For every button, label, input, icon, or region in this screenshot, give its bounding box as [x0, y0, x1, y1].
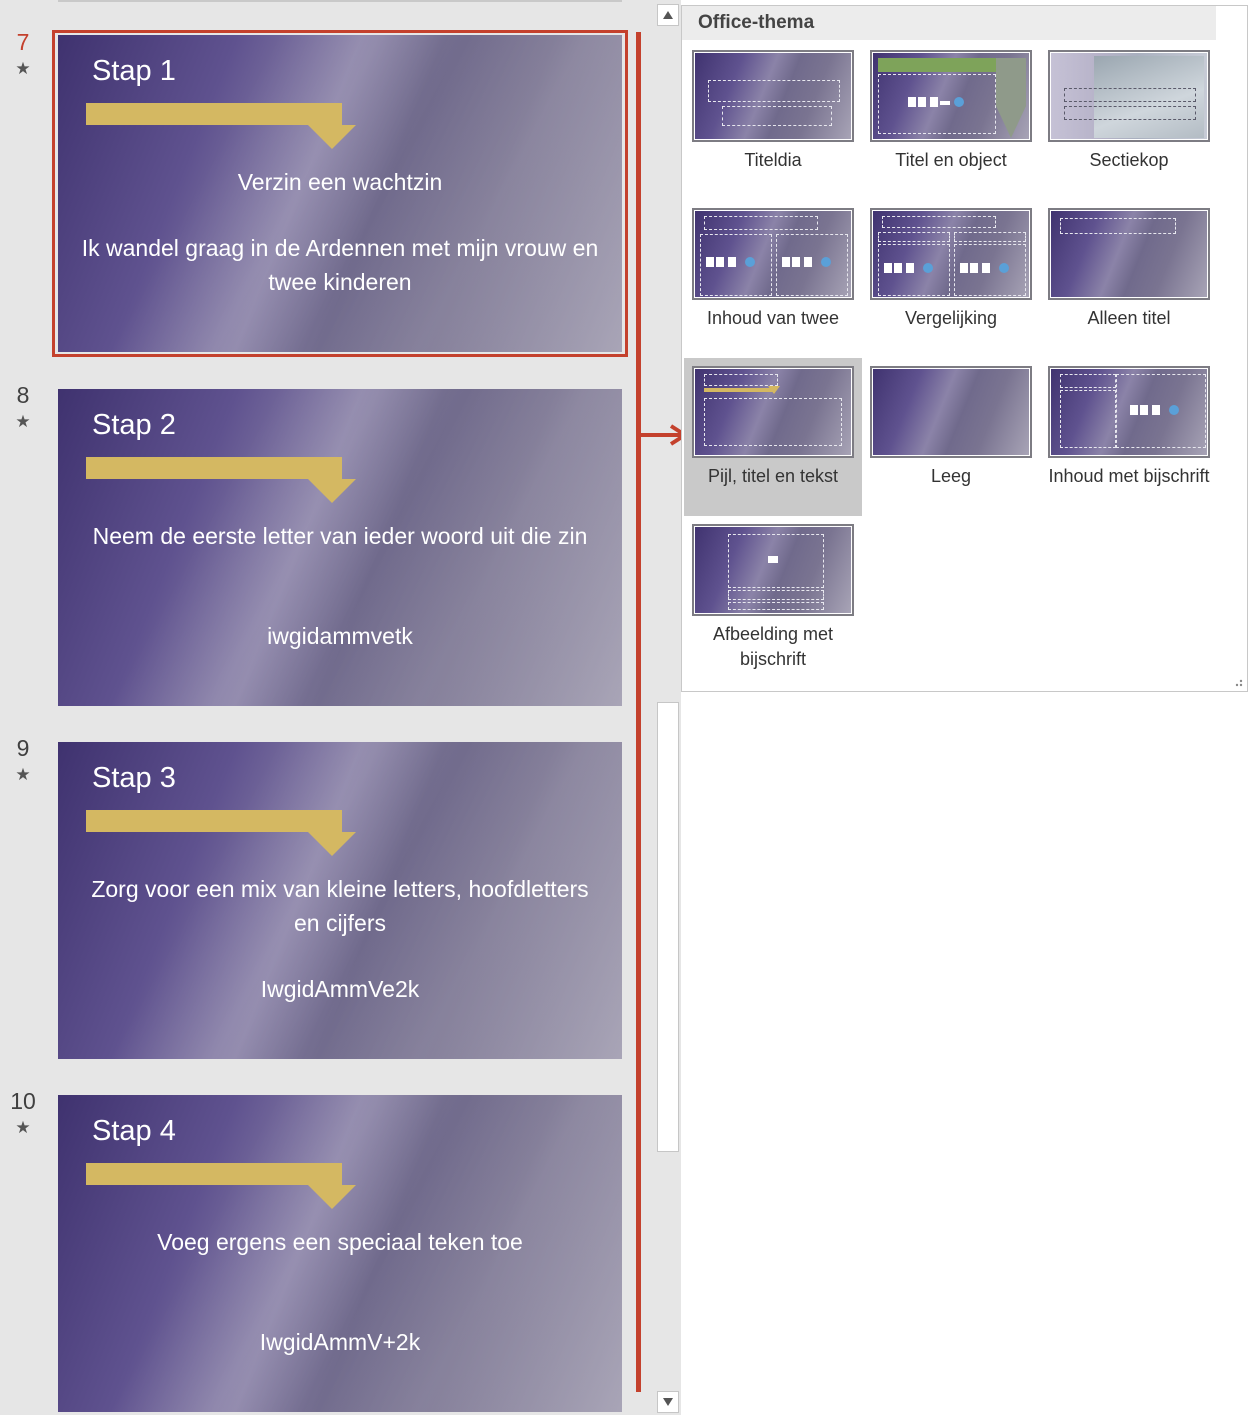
- triangle-down-icon: [663, 1398, 673, 1406]
- layout-thumbnail: [870, 50, 1032, 142]
- slide-example-text: iwgidammvetk: [267, 623, 413, 649]
- annotation-line: [636, 32, 641, 1392]
- slide-thumbnail-8[interactable]: Stap 2 Neem de eerste letter van ieder w…: [58, 389, 622, 706]
- layout-label: Titel en object: [895, 150, 1007, 170]
- vertical-scrollbar[interactable]: [655, 0, 681, 1415]
- slide-number: 10: [10, 1088, 36, 1114]
- slide-body-text: Voeg ergens een speciaal teken toe: [157, 1229, 523, 1255]
- layout-thumbnail: [1048, 50, 1210, 142]
- content-icons: [706, 257, 755, 267]
- bent-arrow-icon: [86, 1163, 356, 1209]
- layout-afbeelding-met-bijschrift[interactable]: Afbeelding met bijschrift: [684, 516, 862, 674]
- scroll-up-button[interactable]: [657, 4, 679, 26]
- slide-example-text: IwgidAmmV+2k: [259, 1329, 421, 1355]
- layout-inhoud-van-twee[interactable]: Inhoud van twee: [684, 200, 862, 358]
- content-icons: [908, 97, 964, 107]
- slide-body-text: Verzin een wachtzin: [237, 169, 443, 195]
- slide-title: Stap 1: [92, 55, 176, 87]
- layout-thumbnail: [692, 208, 854, 300]
- content-icons: [960, 263, 1009, 273]
- layout-label: Titeldia: [744, 150, 802, 170]
- layout-thumbnail: [692, 524, 854, 616]
- slide-number: 9: [16, 735, 30, 761]
- layout-label: Inhoud met bijschrift: [1048, 466, 1210, 486]
- scroll-down-button[interactable]: [657, 1391, 679, 1413]
- layout-thumbnail: [1048, 208, 1210, 300]
- slide-thumbnail-pane[interactable]: 7 ★ Stap 1 Verzin een wachtzin Ik wandel…: [0, 0, 655, 1415]
- slide-title: Stap 3: [92, 762, 176, 794]
- slide-thumbnail-7[interactable]: Stap 1 Verzin een wachtzin Ik wandel gra…: [58, 35, 622, 352]
- layout-gallery: Office-thema Titeldia Titel en object Se: [681, 5, 1248, 692]
- layout-inhoud-met-bijschrift[interactable]: Inhoud met bijschrift: [1040, 358, 1218, 516]
- gallery-header: Office-thema: [682, 6, 1216, 40]
- layout-label: Sectiekop: [1089, 150, 1169, 170]
- animation-star-icon: ★: [15, 1118, 31, 1137]
- animation-star-icon: ★: [15, 412, 31, 431]
- layout-label: Pijl, titel en tekst: [707, 466, 839, 486]
- content-icons: [1130, 405, 1179, 415]
- slide-thumbnail-9[interactable]: Stap 3 Zorg voor een mix van kleine lett…: [58, 742, 622, 1059]
- layout-titel-en-object[interactable]: Titel en object: [862, 42, 1040, 200]
- layout-thumbnail: [1048, 366, 1210, 458]
- layout-label: Vergelijking: [904, 308, 998, 328]
- layout-pijl-titel-en-tekst[interactable]: Pijl, titel en tekst: [684, 358, 862, 516]
- animation-star-icon: ★: [15, 59, 31, 78]
- animation-star-icon: ★: [15, 765, 31, 784]
- content-icons: [782, 257, 831, 267]
- slide-number: 7: [16, 29, 30, 55]
- bent-arrow-icon: [86, 103, 356, 149]
- slide-example-text: Ik wandel graag in de Ardennen met mijn …: [81, 235, 599, 295]
- layout-label: Afbeelding met bijschrift: [712, 624, 834, 669]
- slide-thumbnail-10[interactable]: Stap 4 Voeg ergens een speciaal teken to…: [58, 1095, 622, 1412]
- resize-grip-icon[interactable]: [1231, 675, 1243, 687]
- layout-label: Inhoud van twee: [706, 308, 840, 328]
- layout-sectiekop[interactable]: Sectiekop: [1040, 42, 1218, 200]
- layout-vergelijking[interactable]: Vergelijking: [862, 200, 1040, 358]
- layout-label: Leeg: [930, 466, 972, 486]
- layout-titeldia[interactable]: Titeldia: [684, 42, 862, 200]
- slide-body-text: Neem de eerste letter van ieder woord ui…: [92, 523, 588, 549]
- triangle-up-icon: [663, 11, 673, 19]
- bent-arrow-icon: [86, 457, 356, 503]
- bent-arrow-icon: [86, 810, 356, 856]
- layout-alleen-titel[interactable]: Alleen titel: [1040, 200, 1218, 358]
- slide-number: 8: [16, 382, 30, 408]
- slide-example-text: IwgidAmmVe2k: [260, 976, 420, 1002]
- layout-thumbnail: [692, 50, 854, 142]
- previous-slide-edge: [58, 0, 622, 2]
- layout-thumbnail: [870, 366, 1032, 458]
- slide-title: Stap 2: [92, 409, 176, 441]
- layout-label: Alleen titel: [1087, 308, 1171, 328]
- slide-body-text: Zorg voor een mix van kleine letters, ho…: [91, 876, 589, 936]
- layout-thumbnail: [870, 208, 1032, 300]
- scroll-thumb[interactable]: [657, 702, 679, 1152]
- slide-title: Stap 4: [92, 1115, 176, 1147]
- layout-thumbnail: [692, 366, 854, 458]
- content-icons: [884, 263, 933, 273]
- layout-leeg[interactable]: Leeg: [862, 358, 1040, 516]
